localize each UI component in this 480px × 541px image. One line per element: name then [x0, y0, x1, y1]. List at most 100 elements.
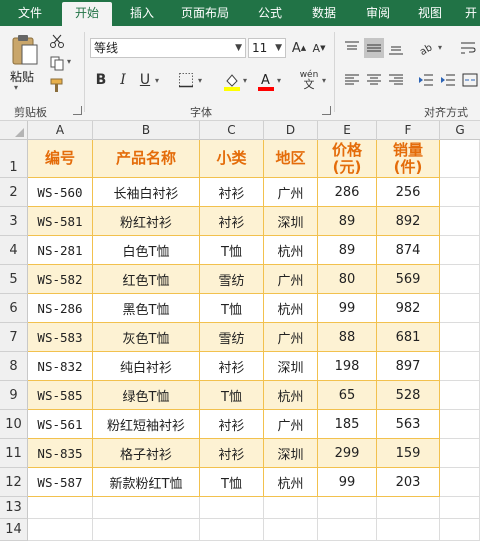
row-header-11[interactable]: 11	[0, 439, 28, 468]
table-cell[interactable]: 深圳	[264, 439, 318, 468]
table-cell[interactable]: 杭州	[264, 381, 318, 410]
font-color-icon[interactable]: A	[256, 70, 276, 92]
fill-color-dropdown-icon[interactable]: ▾	[243, 76, 247, 85]
table-cell[interactable]: 白色T恤	[93, 236, 200, 265]
orientation-dropdown-icon[interactable]: ▾	[438, 43, 442, 52]
copy-icon[interactable]	[48, 54, 66, 72]
table-cell[interactable]: 198	[318, 352, 377, 381]
select-all-button[interactable]	[0, 121, 28, 140]
tab-data[interactable]: 数据	[302, 0, 346, 26]
column-header-f[interactable]: F	[377, 121, 440, 140]
empty-cell[interactable]	[377, 519, 440, 541]
empty-cell[interactable]	[93, 519, 200, 541]
empty-cell[interactable]	[440, 410, 480, 439]
font-color-dropdown-icon[interactable]: ▾	[277, 76, 281, 85]
table-cell[interactable]: 广州	[264, 265, 318, 294]
empty-cell[interactable]	[93, 497, 200, 519]
table-cell[interactable]: 563	[377, 410, 440, 439]
table-cell[interactable]: 广州	[264, 410, 318, 439]
row-header-6[interactable]: 6	[0, 294, 28, 323]
phonetic-dropdown-icon[interactable]: ▾	[322, 76, 326, 85]
empty-cell[interactable]	[264, 497, 318, 519]
font-name-select[interactable]: 等线 ▼	[90, 38, 246, 58]
table-cell[interactable]: 红色T恤	[93, 265, 200, 294]
table-cell[interactable]: 衬衫	[200, 207, 264, 236]
table-cell[interactable]: 89	[318, 236, 377, 265]
empty-cell[interactable]	[440, 294, 480, 323]
phonetic-guide-button[interactable]: wén 文	[296, 68, 322, 92]
table-cell[interactable]: 雪纺	[200, 265, 264, 294]
align-left-icon[interactable]	[342, 70, 362, 90]
align-bottom-icon[interactable]	[386, 38, 406, 58]
table-cell[interactable]: 286	[318, 178, 377, 207]
column-header-e[interactable]: E	[318, 121, 377, 140]
borders-dropdown-icon[interactable]: ▾	[198, 76, 202, 85]
tab-more[interactable]: 开	[462, 0, 480, 26]
paste-icon[interactable]	[8, 32, 42, 68]
empty-cell[interactable]	[200, 519, 264, 541]
empty-cell[interactable]	[440, 468, 480, 497]
row-header-10[interactable]: 10	[0, 410, 28, 439]
table-cell[interactable]: 粉红短袖衬衫	[93, 410, 200, 439]
wrap-text-icon[interactable]	[458, 38, 478, 58]
table-cell[interactable]: WS-585	[28, 381, 93, 410]
paste-dropdown-icon[interactable]: ▾	[14, 83, 18, 92]
table-cell[interactable]: WS-561	[28, 410, 93, 439]
decrease-indent-icon[interactable]	[416, 70, 436, 90]
format-painter-icon[interactable]	[48, 76, 66, 94]
table-cell[interactable]: 衬衫	[200, 439, 264, 468]
tab-review[interactable]: 审阅	[356, 0, 400, 26]
column-header-d[interactable]: D	[264, 121, 318, 140]
tab-home[interactable]: 开始	[62, 2, 112, 26]
table-cell[interactable]: 897	[377, 352, 440, 381]
italic-button[interactable]: I	[114, 70, 132, 90]
column-header-g[interactable]: G	[440, 121, 480, 140]
table-cell[interactable]: 纯白衬衫	[93, 352, 200, 381]
header-category[interactable]: 小类	[200, 140, 264, 178]
align-center-icon[interactable]	[364, 70, 384, 90]
empty-cell[interactable]	[264, 519, 318, 541]
row-header-8[interactable]: 8	[0, 352, 28, 381]
table-cell[interactable]: 185	[318, 410, 377, 439]
borders-icon[interactable]	[176, 70, 196, 90]
empty-cell[interactable]	[318, 519, 377, 541]
table-cell[interactable]: T恤	[200, 381, 264, 410]
tab-insert[interactable]: 插入	[120, 0, 164, 26]
table-cell[interactable]: NS-832	[28, 352, 93, 381]
table-cell[interactable]: 新款粉红T恤	[93, 468, 200, 497]
bold-button[interactable]: B	[92, 70, 110, 90]
row-header-12[interactable]: 12	[0, 468, 28, 497]
empty-cell[interactable]	[440, 207, 480, 236]
empty-cell[interactable]	[440, 140, 480, 178]
fill-color-icon[interactable]	[222, 70, 242, 92]
table-cell[interactable]: 灰色T恤	[93, 323, 200, 352]
table-cell[interactable]: 569	[377, 265, 440, 294]
row-header-7[interactable]: 7	[0, 323, 28, 352]
table-cell[interactable]: WS-560	[28, 178, 93, 207]
table-cell[interactable]: 88	[318, 323, 377, 352]
table-cell[interactable]: 65	[318, 381, 377, 410]
header-sales[interactable]: 销量 (件)	[377, 140, 440, 178]
increase-font-size-icon[interactable]: A ▲	[290, 38, 308, 58]
table-cell[interactable]: 衬衫	[200, 410, 264, 439]
table-cell[interactable]: 深圳	[264, 352, 318, 381]
empty-cell[interactable]	[440, 497, 480, 519]
empty-cell[interactable]	[440, 236, 480, 265]
column-header-c[interactable]: C	[200, 121, 264, 140]
empty-cell[interactable]	[440, 519, 480, 541]
table-cell[interactable]: 衬衫	[200, 178, 264, 207]
empty-cell[interactable]	[200, 497, 264, 519]
table-cell[interactable]: NS-281	[28, 236, 93, 265]
underline-button[interactable]: U	[136, 70, 154, 90]
align-right-icon[interactable]	[386, 70, 406, 90]
table-cell[interactable]: T恤	[200, 236, 264, 265]
table-cell[interactable]: 杭州	[264, 236, 318, 265]
column-header-a[interactable]: A	[28, 121, 93, 140]
empty-cell[interactable]	[28, 519, 93, 541]
empty-cell[interactable]	[377, 497, 440, 519]
header-product-name[interactable]: 产品名称	[93, 140, 200, 178]
row-header-1[interactable]: 1	[0, 140, 28, 178]
row-header-2[interactable]: 2	[0, 178, 28, 207]
empty-cell[interactable]	[318, 497, 377, 519]
row-header-3[interactable]: 3	[0, 207, 28, 236]
